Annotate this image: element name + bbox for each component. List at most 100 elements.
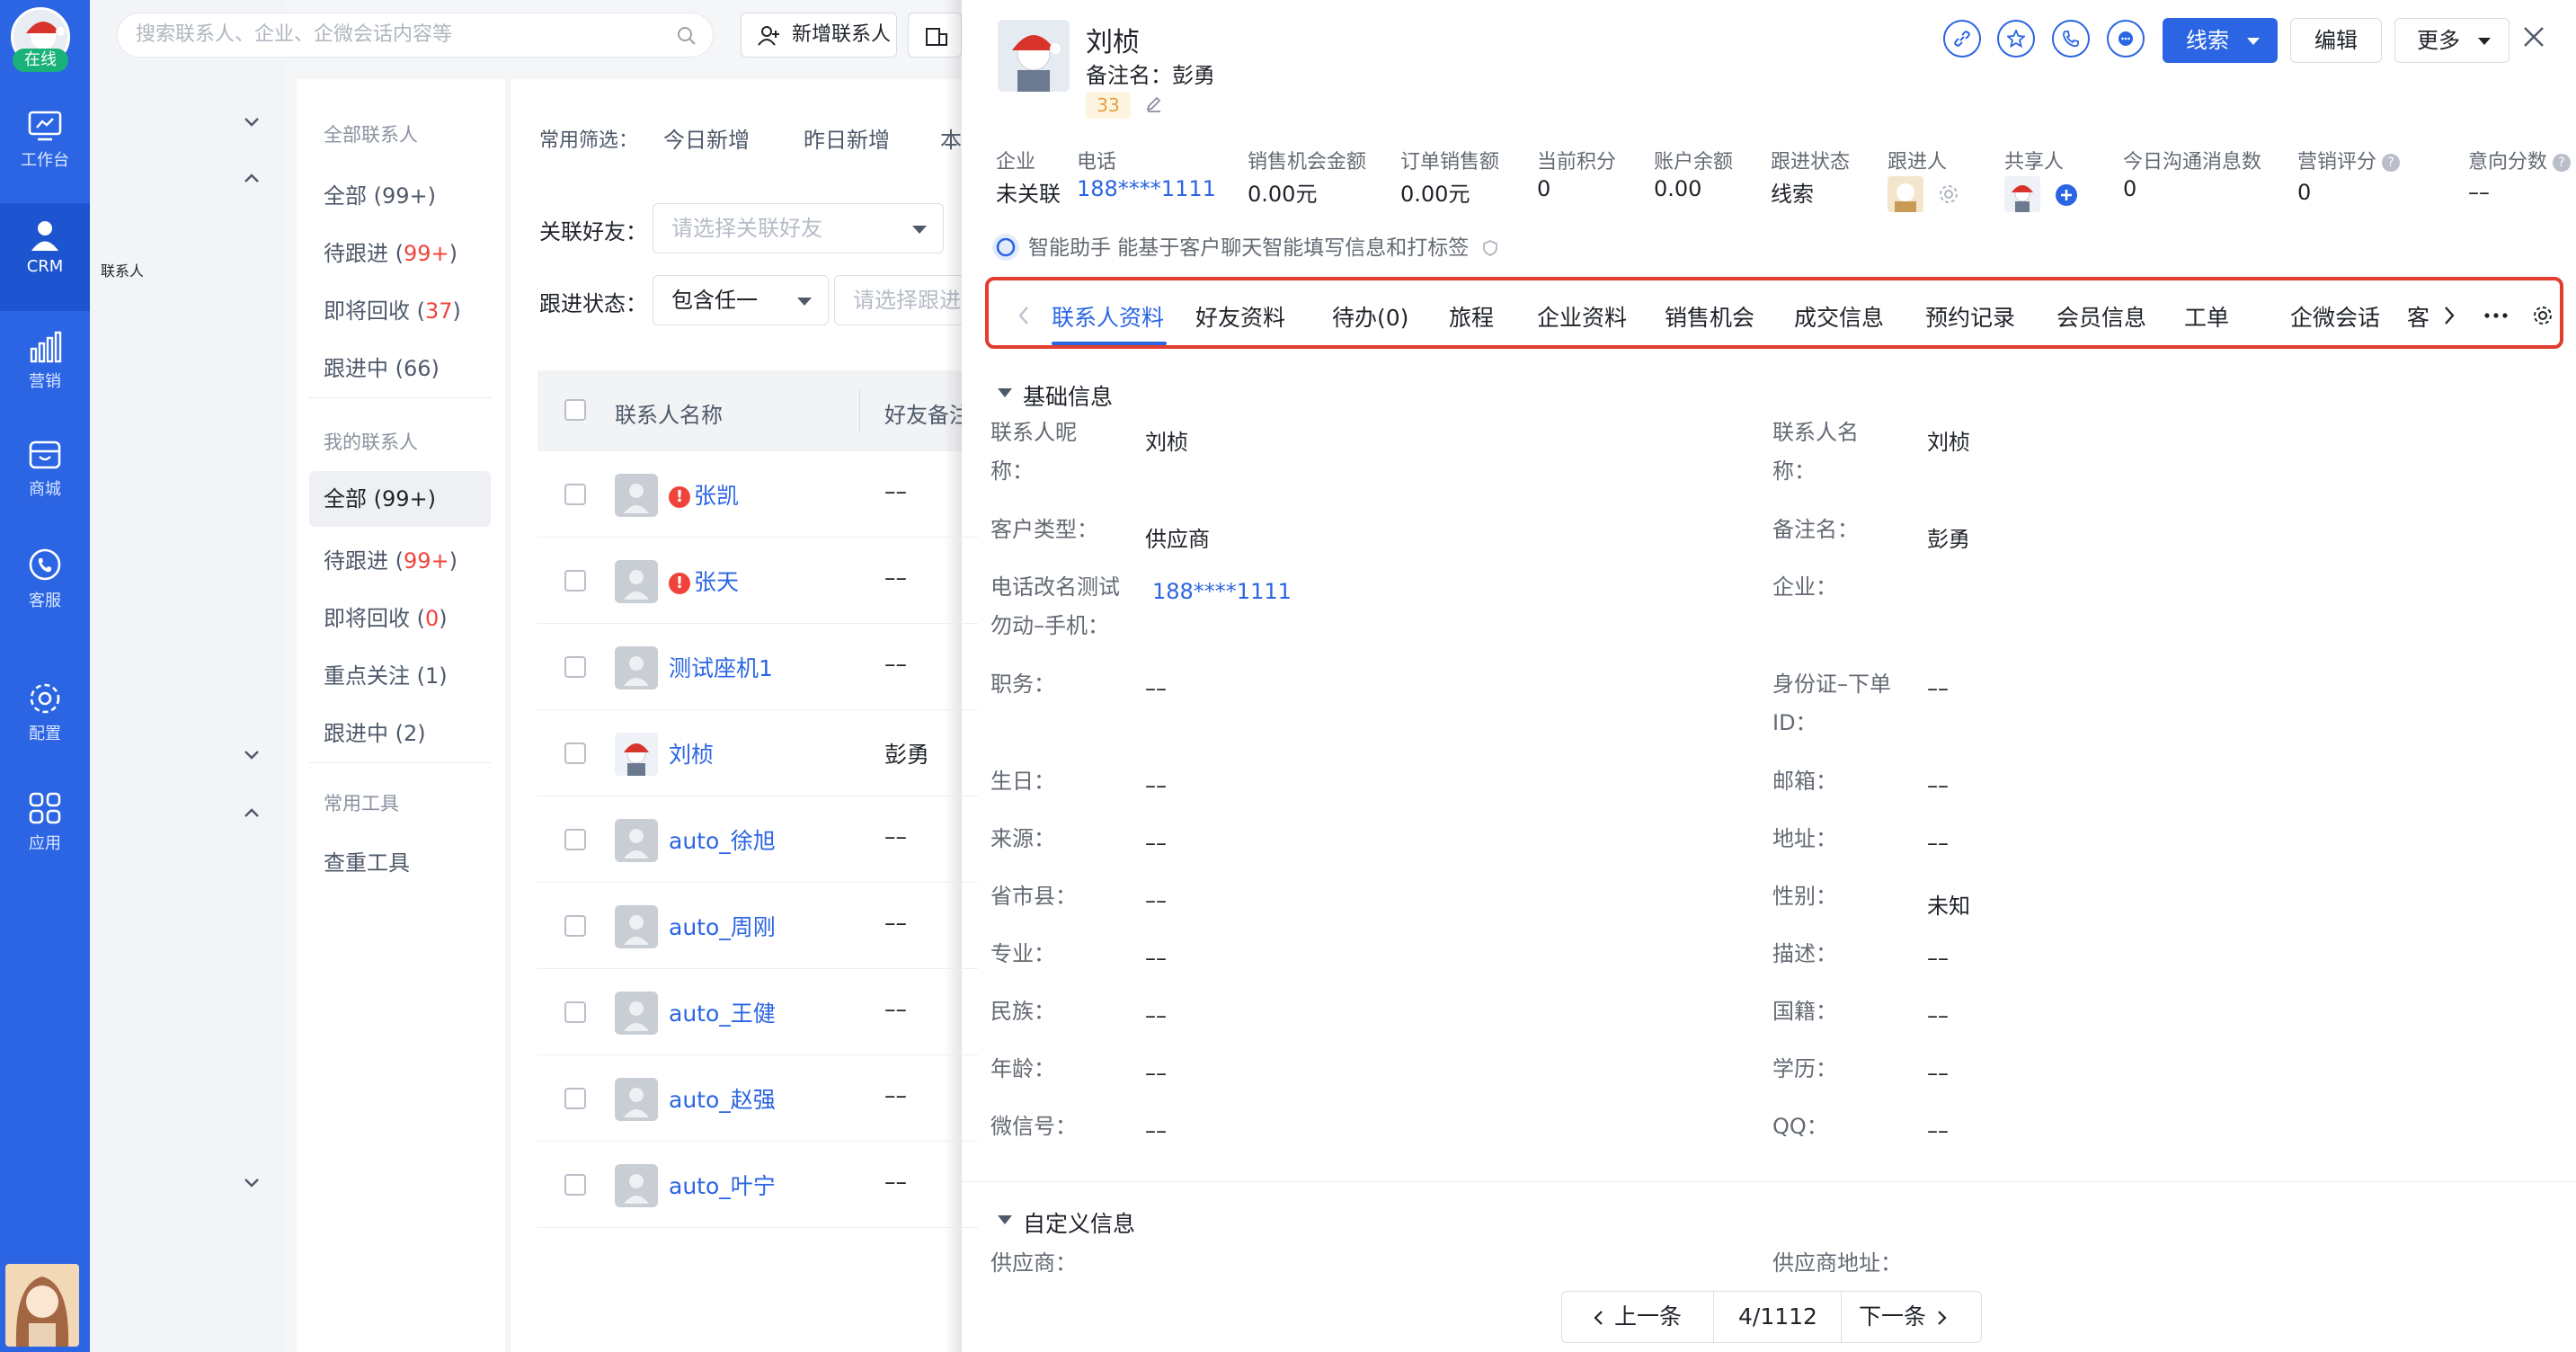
chevron-down-icon[interactable] [243, 115, 261, 132]
row-checkbox[interactable] [564, 570, 586, 592]
chevron-down-icon[interactable] [243, 1176, 261, 1193]
contact-name-link[interactable]: auto_周刚 [669, 910, 776, 942]
row-checkbox[interactable] [564, 1174, 586, 1196]
status-operator-select[interactable]: 包含任一 [653, 275, 829, 325]
table-row[interactable]: auto_赵强 –– [537, 1055, 978, 1142]
table-row[interactable]: auto_周刚 –– [537, 883, 978, 969]
chevron-left-icon[interactable] [1017, 306, 1030, 325]
detail-tab-8[interactable]: 会员信息 [2056, 300, 2146, 333]
chevron-up-icon[interactable] [243, 805, 261, 823]
quick-filter-chip[interactable]: 今日新增 [663, 122, 750, 154]
table-row[interactable]: 测试座机1 –– [537, 624, 978, 710]
add-circle-icon[interactable] [2055, 183, 2078, 210]
contact-name-link[interactable]: auto_王健 [669, 996, 776, 1028]
list-filter-row[interactable]: 跟进中 (2) [324, 716, 426, 747]
add-contact-button[interactable]: 新增联系人 [741, 13, 897, 58]
row-checkbox[interactable] [564, 1001, 586, 1023]
table-row[interactable]: auto_王健 –– [537, 969, 978, 1055]
rail-item-5[interactable]: 配置 [0, 681, 90, 764]
contact-name-link[interactable]: 刘桢 [669, 737, 714, 769]
list-filter-row[interactable]: 跟进中 (66) [324, 351, 440, 382]
col-divider[interactable] [859, 390, 860, 431]
list-filter-row[interactable]: 重点关注 (1) [324, 658, 448, 689]
detail-tab-4[interactable]: 企业资料 [1537, 300, 1627, 333]
chat-button[interactable] [2107, 20, 2145, 58]
list-filter-row[interactable]: 全部 (99+) [324, 178, 436, 209]
basic-info-title[interactable]: 基础信息 [997, 379, 1113, 412]
contact-name-link[interactable]: 测试座机1 [669, 651, 773, 683]
link-button[interactable] [1943, 20, 1981, 58]
field-value[interactable]: 188****1111 [1152, 579, 1292, 604]
list-filter-row[interactable]: 全部 (99+) [309, 471, 491, 527]
sharer-avatar[interactable] [2004, 176, 2040, 212]
detail-tab-0[interactable]: 联系人资料 [1052, 300, 1164, 333]
follower-avatar[interactable] [1888, 176, 1923, 212]
table-row[interactable]: auto_叶宁 –– [537, 1142, 978, 1228]
table-row[interactable]: ! 张天 –– [537, 538, 978, 624]
assistant-avatar[interactable] [5, 1264, 79, 1347]
detail-tab-10[interactable]: 企微会话 [2290, 300, 2380, 333]
more-dots-icon[interactable] [2484, 313, 2508, 318]
close-icon[interactable] [2522, 25, 2545, 49]
edit-tag-icon[interactable] [1145, 95, 1163, 113]
detail-tab-9[interactable]: 工单 [2184, 300, 2229, 333]
detail-tab-6[interactable]: 成交信息 [1794, 300, 1884, 333]
list-filter-row[interactable]: 即将回收 (37) [324, 293, 461, 325]
chevron-down-icon[interactable] [243, 748, 261, 765]
tool-dedupe[interactable]: 查重工具 [324, 845, 410, 876]
detail-tab-1[interactable]: 好友资料 [1195, 300, 1285, 333]
select-all-checkbox[interactable] [564, 399, 586, 421]
list-filter-row[interactable]: 待跟进 (99+) [324, 236, 457, 267]
contact-name-link[interactable]: auto_徐旭 [669, 823, 776, 856]
row-checkbox[interactable] [564, 743, 586, 764]
row-checkbox[interactable] [564, 656, 586, 678]
global-search-input[interactable]: 搜索联系人、企业、企微会话内容等 [117, 13, 714, 58]
menu-item-1-1[interactable]: 联系人 [101, 259, 271, 311]
contact-name-link[interactable]: ! 张天 [669, 565, 739, 597]
contact-name-link[interactable]: auto_叶宁 [669, 1169, 776, 1201]
edit-button[interactable]: 编辑 [2290, 18, 2382, 63]
contact-name-link[interactable]: auto_赵强 [669, 1082, 776, 1115]
quick-filter-chip[interactable]: 昨日新增 [804, 122, 890, 154]
list-filter-row[interactable]: 即将回收 (0) [324, 600, 448, 632]
row-checkbox[interactable] [564, 1088, 586, 1109]
next-record-button[interactable]: 下一条 [1859, 1292, 1948, 1342]
row-checkbox[interactable] [564, 484, 586, 505]
list-filter-row[interactable]: 待跟进 (99+) [324, 543, 457, 574]
contact-avatar[interactable] [998, 20, 1070, 92]
chevron-up-icon[interactable] [243, 171, 261, 188]
stat-value[interactable]: 188****1111 [1077, 176, 1216, 201]
detail-tab-2[interactable]: 待办(0) [1332, 300, 1408, 333]
detail-tab-3[interactable]: 旅程 [1449, 300, 1494, 333]
rail-item-4[interactable]: 客服 [0, 548, 90, 624]
gear-icon[interactable] [2531, 304, 2554, 327]
rail-item-2[interactable]: 营销 [0, 329, 90, 405]
gear-icon[interactable] [1938, 183, 1959, 209]
online-status-badge[interactable]: 在线 [13, 49, 68, 72]
row-checkbox[interactable] [564, 915, 586, 937]
col-header-name[interactable]: 联系人名称 [615, 397, 723, 429]
help-icon[interactable]: ? [2382, 154, 2401, 172]
detail-tab-7[interactable]: 预约记录 [1925, 300, 2015, 333]
chevron-right-icon[interactable] [2443, 306, 2456, 325]
contact-name-link[interactable]: ! 张凯 [669, 478, 739, 511]
stage-dropdown-button[interactable]: 线索 [2163, 18, 2278, 63]
table-row[interactable]: 刘桢 彭勇 [537, 710, 978, 796]
rail-item-3[interactable]: 商城 [0, 439, 90, 514]
table-row[interactable]: auto_徐旭 –– [537, 796, 978, 883]
rail-item-1[interactable]: CRM [0, 203, 90, 311]
prev-record-button[interactable]: 上一条 [1593, 1292, 1682, 1342]
quick-filter-chip[interactable]: 本 [940, 122, 962, 154]
rail-item-0[interactable]: 工作台 [0, 110, 90, 185]
contact-tag[interactable]: 33 [1086, 92, 1131, 119]
rail-item-6[interactable]: 应用 [0, 791, 90, 867]
help-icon[interactable]: ? [2553, 154, 2572, 172]
call-button[interactable] [2052, 20, 2090, 58]
favorite-button[interactable] [1997, 20, 2035, 58]
custom-info-title[interactable]: 自定义信息 [997, 1206, 1135, 1239]
detail-tab-11[interactable]: 客 [2407, 300, 2434, 333]
smart-assistant-banner[interactable]: 智能助手 能基于客户聊天智能填写信息和打标签 [990, 230, 1499, 262]
more-button[interactable]: 更多 [2394, 18, 2509, 63]
detail-tab-5[interactable]: 销售机会 [1665, 300, 1754, 333]
friend-select[interactable]: 请选择关联好友 [653, 203, 944, 254]
